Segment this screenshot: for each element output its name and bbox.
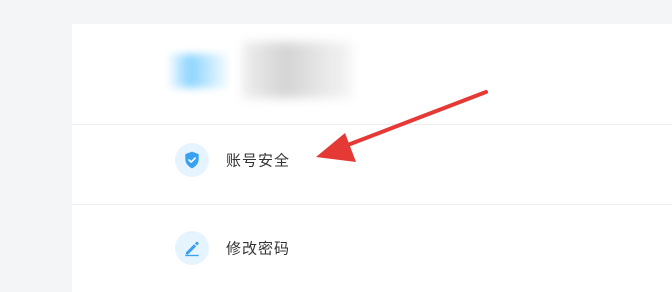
menu-item-label: 修改密码 (226, 239, 291, 258)
menu-item-account-security[interactable]: 账号安全 (72, 116, 672, 205)
avatar (170, 54, 228, 88)
shield-icon (185, 151, 199, 169)
profile-row[interactable] (72, 24, 672, 125)
menu-item-label: 账号安全 (226, 151, 291, 170)
settings-panel: 账号安全 修改密码 (72, 24, 672, 292)
pencil-icon-container (175, 231, 209, 265)
profile-name (242, 42, 352, 98)
menu-item-change-password[interactable]: 修改密码 (72, 204, 672, 292)
shield-icon-container (175, 143, 209, 177)
pencil-icon (185, 241, 199, 257)
